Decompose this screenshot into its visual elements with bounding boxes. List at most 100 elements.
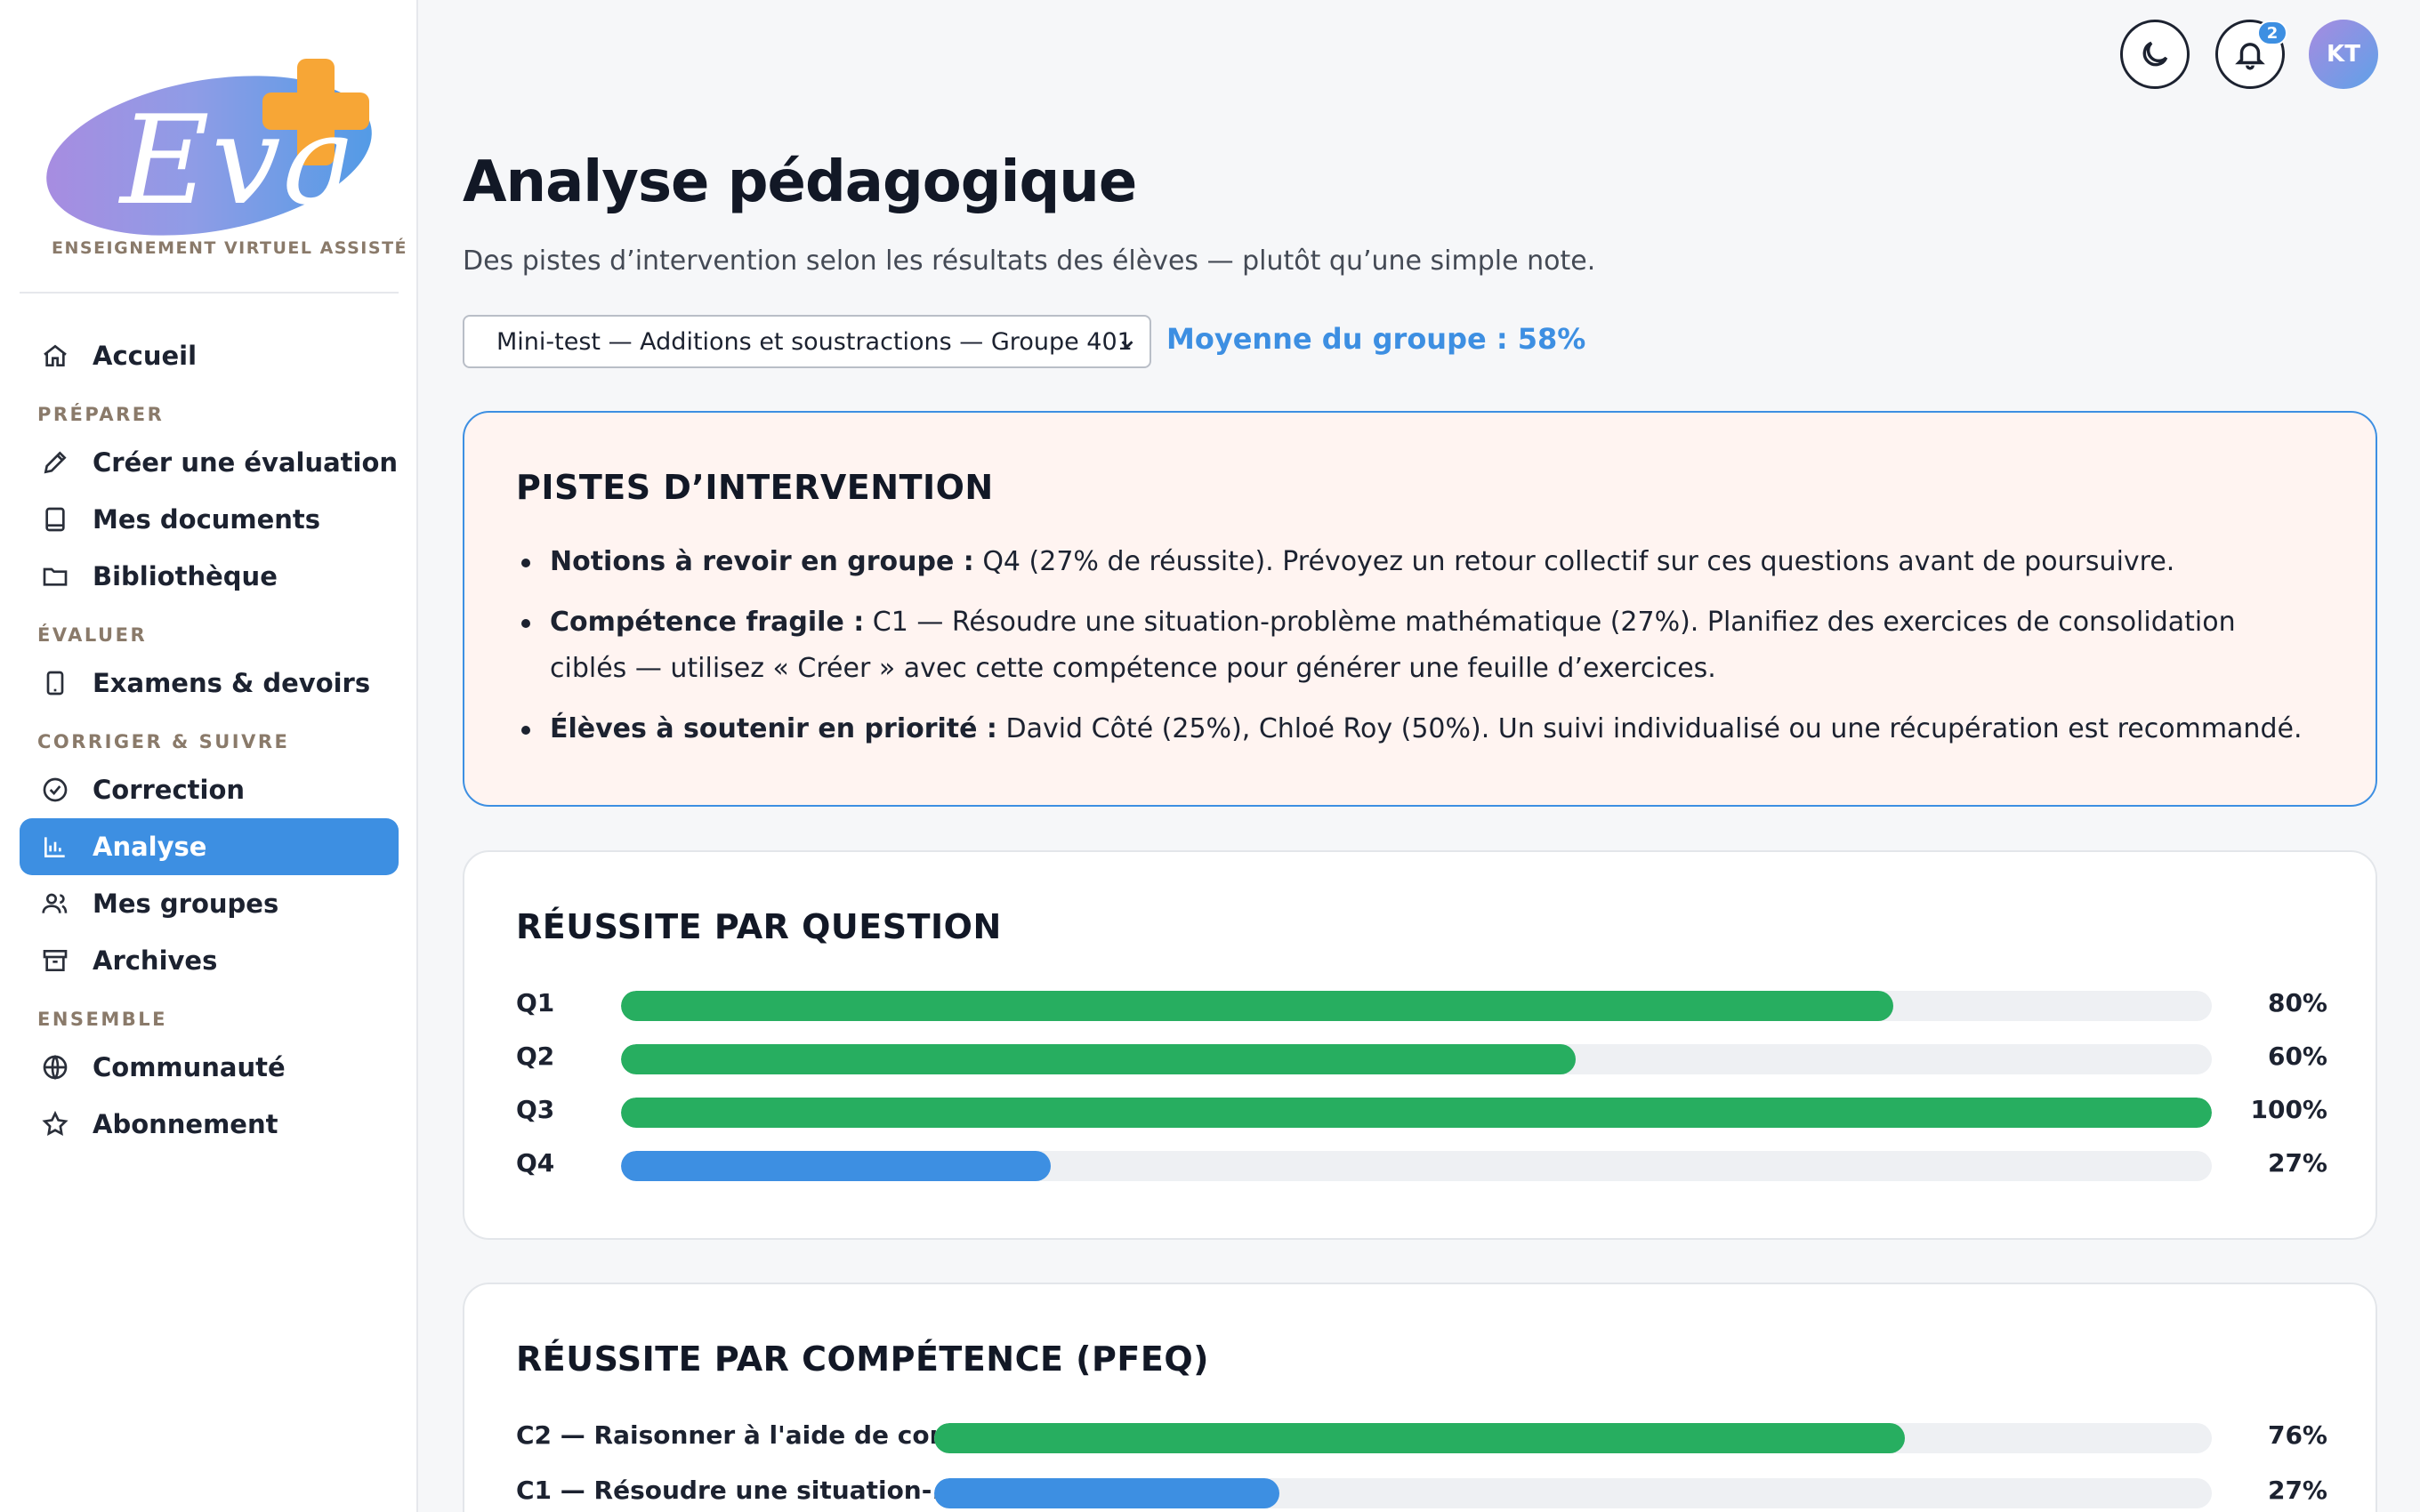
star-icon <box>41 1110 69 1138</box>
sidebar-section-ensemble: ENSEMBLE <box>37 1009 168 1030</box>
sidebar-section-evaluer: ÉVALUER <box>37 624 148 646</box>
question-bar-track <box>621 1044 2212 1074</box>
sidebar-item-label: Mes documents <box>93 504 321 535</box>
question-bar-track <box>621 991 2212 1021</box>
page-title: Analyse pédagogique <box>463 149 1137 215</box>
competency-bar-value-label: 76% <box>2267 1420 2327 1450</box>
question-bar-label: Q3 <box>516 1095 555 1124</box>
hint-item-group-review: Notions à revoir en groupe : Q4 (27% de … <box>516 539 2313 585</box>
intervention-hints-card: PISTES D’INTERVENTION Notions à revoir e… <box>463 411 2377 807</box>
question-bar-row: Q2 60% <box>516 1039 2327 1074</box>
question-bar-track <box>621 1098 2212 1128</box>
chevron-down-icon <box>1117 333 1137 352</box>
sidebar-nav: Accueil PRÉPARER Créer une évaluation Me… <box>20 327 399 1153</box>
question-bar-value-label: 80% <box>2267 988 2327 1017</box>
success-by-question-card: RÉUSSITE PAR QUESTION Q1 80% Q2 60% Q3 100% Q4… <box>463 850 2377 1240</box>
sidebar-item-label: Communauté <box>93 1052 286 1082</box>
question-bar-label: Q4 <box>516 1148 555 1178</box>
sidebar-item-archives[interactable]: Archives <box>20 932 399 989</box>
success-by-question-title: RÉUSSITE PAR QUESTION <box>516 907 1002 946</box>
page-subtitle: Des pistes d’intervention selon les résu… <box>463 245 1596 277</box>
bar-chart-icon <box>41 832 69 861</box>
sidebar-item-creer-evaluation[interactable]: Créer une évaluation <box>20 434 399 491</box>
hint-label: Notions à revoir en groupe : <box>550 546 974 577</box>
user-avatar[interactable]: KT <box>2309 20 2378 89</box>
tablet-icon <box>41 669 69 697</box>
dark-mode-toggle[interactable] <box>2120 20 2190 89</box>
notification-badge: 2 <box>2257 20 2287 45</box>
question-bar-label: Q2 <box>516 1042 555 1071</box>
sidebar-item-label: Accueil <box>93 341 198 371</box>
users-icon <box>41 889 69 918</box>
sidebar-item-label: Analyse <box>93 832 207 862</box>
question-bar-track <box>621 1151 2212 1181</box>
question-bar-row: Q1 80% <box>516 985 2327 1021</box>
competency-bar-row: C1 — Résoudre une situation-... 27% <box>516 1473 2327 1508</box>
sidebar: Eva ENSEIGNEMENT VIRTUEL ASSISTÉ Accueil… <box>0 0 418 1512</box>
sidebar-section-preparer: PRÉPARER <box>37 404 165 425</box>
hint-item-priority-students: Élèves à soutenir en priorité : David Cô… <box>516 706 2313 752</box>
sidebar-item-label: Examens & devoirs <box>93 668 371 698</box>
success-by-competency-title: RÉUSSITE PAR COMPÉTENCE (PFEQ) <box>516 1339 1209 1379</box>
competency-bar-label: C2 — Raisonner à l'aide de con... <box>516 1420 976 1450</box>
question-bar-bar <box>621 1044 1576 1074</box>
question-bar-label: Q1 <box>516 988 555 1017</box>
sidebar-item-analyse[interactable]: Analyse <box>20 818 399 875</box>
hints-list: Notions à revoir en groupe : Q4 (27% de … <box>516 539 2313 767</box>
hint-item-fragile-skill: Compétence fragile : C1 — Résoudre une s… <box>516 599 2313 692</box>
sidebar-item-label: Correction <box>93 775 246 805</box>
hint-text: David Côté (25%), Chloé Roy (50%). Un su… <box>996 713 2303 744</box>
sidebar-divider <box>20 292 399 294</box>
competency-bar-bar <box>934 1423 1906 1453</box>
sidebar-item-mes-groupes[interactable]: Mes groupes <box>20 875 399 932</box>
competency-bar-row: C2 — Raisonner à l'aide de con... 76% <box>516 1418 2327 1453</box>
hint-text: Q4 (27% de réussite). Prévoyez un retour… <box>973 546 2175 577</box>
sidebar-item-mes-documents[interactable]: Mes documents <box>20 491 399 548</box>
folder-icon <box>41 562 69 591</box>
sidebar-item-label: Archives <box>93 945 218 976</box>
check-circle-icon <box>41 776 69 804</box>
competency-bar-track <box>934 1423 2212 1453</box>
success-by-competency-card: RÉUSSITE PAR COMPÉTENCE (PFEQ) C2 — Rais… <box>463 1283 2377 1512</box>
competency-bar-value-label: 27% <box>2267 1476 2327 1505</box>
sidebar-item-bibliotheque[interactable]: Bibliothèque <box>20 548 399 605</box>
hints-title: PISTES D’INTERVENTION <box>516 468 994 507</box>
group-average: Moyenne du groupe : 58% <box>1166 322 1585 356</box>
home-icon <box>41 342 69 370</box>
sidebar-item-label: Bibliothèque <box>93 561 278 591</box>
book-icon <box>41 505 69 534</box>
eva-logo[interactable]: Eva ENSEIGNEMENT VIRTUEL ASSISTÉ <box>34 44 407 276</box>
sidebar-item-label: Abonnement <box>93 1109 278 1139</box>
group-average-value: 58% <box>1517 322 1586 356</box>
sidebar-item-accueil[interactable]: Accueil <box>20 327 399 384</box>
question-bar-value-label: 27% <box>2267 1148 2327 1178</box>
question-bar-row: Q4 27% <box>516 1146 2327 1181</box>
globe-icon <box>41 1053 69 1082</box>
moon-icon <box>2142 41 2168 67</box>
archive-icon <box>41 946 69 975</box>
test-select-value: Mini-test — Additions et soustractions —… <box>496 327 1133 356</box>
hint-label: Élèves à soutenir en priorité : <box>550 713 997 744</box>
pencil-icon <box>41 448 69 477</box>
sidebar-item-abonnement[interactable]: Abonnement <box>20 1096 399 1153</box>
logo-tagline: ENSEIGNEMENT VIRTUEL ASSISTÉ <box>52 238 408 258</box>
sidebar-item-label: Créer une évaluation <box>93 447 399 478</box>
question-bar-bar <box>621 1151 1051 1181</box>
notifications-button[interactable]: 2 <box>2215 20 2287 89</box>
question-bar-row: Q3 100% <box>516 1092 2327 1128</box>
sidebar-section-corriger-suivre: CORRIGER & SUIVRE <box>37 731 290 752</box>
hint-label: Compétence fragile : <box>550 607 865 638</box>
sidebar-item-examens-devoirs[interactable]: Examens & devoirs <box>20 655 399 712</box>
competency-bar-label: C1 — Résoudre une situation-... <box>516 1476 961 1505</box>
question-bar-value-label: 100% <box>2250 1095 2327 1124</box>
sidebar-item-correction[interactable]: Correction <box>20 761 399 818</box>
logo-text: Eva <box>120 89 358 232</box>
question-bar-bar <box>621 991 1894 1021</box>
test-select[interactable]: Mini-test — Additions et soustractions —… <box>463 315 1151 368</box>
competency-bar-bar <box>934 1478 1279 1508</box>
question-bar-value-label: 60% <box>2267 1042 2327 1071</box>
sidebar-item-communaute[interactable]: Communauté <box>20 1039 399 1096</box>
competency-bar-track <box>934 1478 2212 1508</box>
sidebar-item-label: Mes groupes <box>93 889 279 919</box>
question-bar-bar <box>621 1098 2212 1128</box>
